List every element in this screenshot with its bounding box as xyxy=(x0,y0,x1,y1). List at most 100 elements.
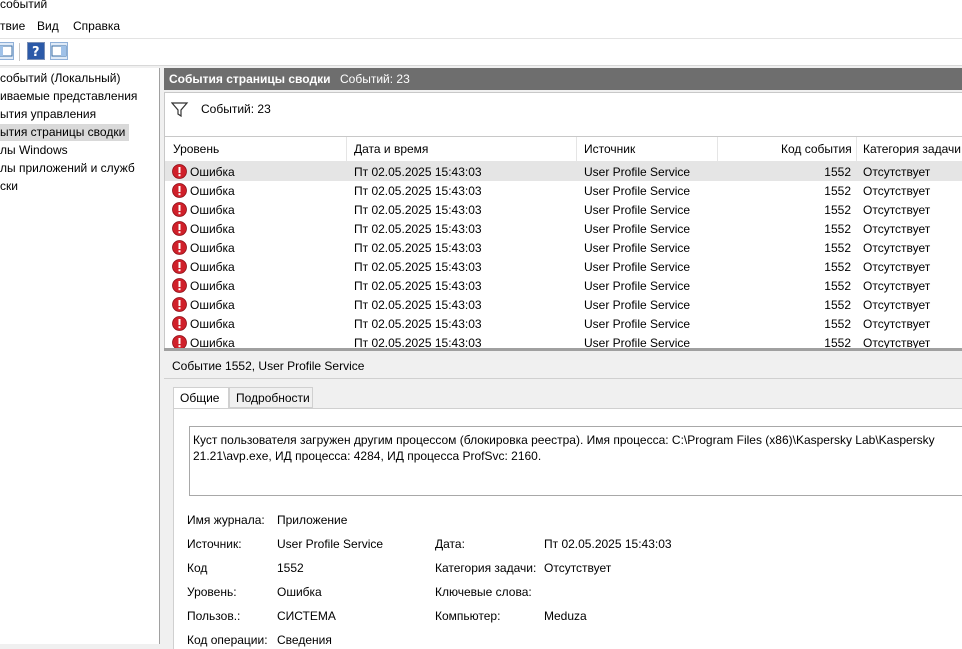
table-row[interactable]: Ошибка Пт 02.05.2025 15:43:03 User Profi… xyxy=(165,238,962,257)
field-value-source: User Profile Service xyxy=(277,537,384,551)
cell-task-category: Отсутствует xyxy=(863,203,931,217)
cell-task-category: Отсутствует xyxy=(863,184,931,198)
help-icon: ? xyxy=(32,45,40,60)
column-header-source[interactable]: Источник xyxy=(584,142,635,156)
cell-datetime: Пт 02.05.2025 15:43:03 xyxy=(354,279,482,293)
tree-item-subscriptions[interactable]: ски xyxy=(0,178,22,195)
console-tree: событий (Локальный) иваемые представлени… xyxy=(0,68,160,644)
menu-action[interactable]: твие xyxy=(0,19,25,33)
cell-level: Ошибка xyxy=(190,203,235,217)
error-icon xyxy=(172,183,187,198)
tree-item-event-viewer-local[interactable]: событий (Локальный) xyxy=(0,70,124,87)
table-row[interactable]: Ошибка Пт 02.05.2025 15:43:03 User Profi… xyxy=(165,314,962,333)
tree-item-app-service-logs[interactable]: лы приложений и служб xyxy=(0,160,139,177)
cell-task-category: Отсутствует xyxy=(863,298,931,312)
svg-text:?: ? xyxy=(32,45,40,59)
cell-event-id: 1552 xyxy=(824,184,851,198)
cell-source: User Profile Service xyxy=(584,203,691,217)
error-icon xyxy=(172,316,187,331)
tab-details[interactable]: Подробности xyxy=(229,387,313,408)
column-header-event-id[interactable]: Код события xyxy=(781,142,852,156)
events-table: Уровень Дата и время Источник Код событи… xyxy=(164,136,962,349)
toolbar: ? xyxy=(0,39,962,66)
error-icon xyxy=(172,221,187,236)
tab-general[interactable]: Общие xyxy=(173,387,229,409)
cell-datetime: Пт 02.05.2025 15:43:03 xyxy=(354,298,482,312)
cell-source: User Profile Service xyxy=(584,165,691,179)
table-row[interactable]: Ошибка Пт 02.05.2025 15:43:03 User Profi… xyxy=(165,276,962,295)
cell-task-category: Отсутствует xyxy=(863,241,931,255)
tree-item-administrative-events[interactable]: ытия управления xyxy=(0,106,100,123)
filter-bar: Событий: 23 xyxy=(164,92,962,136)
cell-level: Ошибка xyxy=(190,222,235,236)
column-header-datetime[interactable]: Дата и время xyxy=(354,142,428,156)
tree-item-windows-logs[interactable]: лы Windows xyxy=(0,142,72,159)
event-detail-title: Событие 1552, User Profile Service xyxy=(172,359,365,373)
cell-datetime: Пт 02.05.2025 15:43:03 xyxy=(354,165,482,179)
field-label-code: Код xyxy=(187,561,208,575)
column-header-level[interactable]: Уровень xyxy=(173,142,219,156)
table-row[interactable]: Ошибка Пт 02.05.2025 15:43:03 User Profi… xyxy=(165,257,962,276)
field-value-code: 1552 xyxy=(277,561,304,575)
cell-datetime: Пт 02.05.2025 15:43:03 xyxy=(354,222,482,236)
table-row[interactable]: Ошибка Пт 02.05.2025 15:43:03 User Profi… xyxy=(165,181,962,200)
tab-details-label: Подробности xyxy=(236,391,310,405)
field-value-computer: Meduza xyxy=(544,609,587,623)
column-divider[interactable] xyxy=(576,137,577,161)
field-label-source: Источник: xyxy=(187,537,242,551)
field-value-log-name: Приложение xyxy=(277,513,348,527)
cell-event-id: 1552 xyxy=(824,317,851,331)
table-row[interactable]: Ошибка Пт 02.05.2025 15:43:03 User Profi… xyxy=(165,333,962,349)
cell-source: User Profile Service xyxy=(584,184,691,198)
toolbar-separator xyxy=(19,43,20,61)
cell-datetime: Пт 02.05.2025 15:43:03 xyxy=(354,260,482,274)
error-icon xyxy=(172,278,187,293)
field-value-user: СИСТЕМА xyxy=(277,609,336,623)
field-label-computer: Компьютер: xyxy=(435,609,501,623)
field-value-date: Пт 02.05.2025 15:43:03 xyxy=(544,537,672,551)
column-divider[interactable] xyxy=(856,137,857,161)
console-tree-icon xyxy=(0,45,13,57)
table-row[interactable]: Ошибка Пт 02.05.2025 15:43:03 User Profi… xyxy=(165,295,962,314)
event-message-box[interactable]: Куст пользователя загружен другим процес… xyxy=(189,426,962,496)
cell-source: User Profile Service xyxy=(584,222,691,236)
panel-title: События страницы сводки xyxy=(169,72,331,86)
column-divider[interactable] xyxy=(717,137,718,161)
field-label-log-name: Имя журнала: xyxy=(187,513,265,527)
column-header-task-category[interactable]: Категория задачи xyxy=(863,142,961,156)
cell-level: Ошибка xyxy=(190,317,235,331)
cell-source: User Profile Service xyxy=(584,279,691,293)
table-row[interactable]: Ошибка Пт 02.05.2025 15:43:03 User Profi… xyxy=(165,162,962,181)
tab-panel-general: Куст пользователя загружен другим процес… xyxy=(173,408,962,649)
help-button[interactable]: ? xyxy=(27,42,45,60)
menu-view[interactable]: Вид xyxy=(37,19,59,33)
cell-event-id: 1552 xyxy=(824,203,851,217)
error-icon xyxy=(172,297,187,312)
filter-event-count: Событий: 23 xyxy=(201,102,271,116)
field-value-opcode: Сведения xyxy=(277,633,332,647)
tree-item-summary-page-events[interactable]: ытия страницы сводки xyxy=(0,124,130,141)
show-hide-tree-button[interactable] xyxy=(0,42,14,60)
table-row[interactable]: Ошибка Пт 02.05.2025 15:43:03 User Profi… xyxy=(165,219,962,238)
divider xyxy=(164,378,962,379)
cell-level: Ошибка xyxy=(190,298,235,312)
cell-event-id: 1552 xyxy=(824,279,851,293)
field-value-level: Ошибка xyxy=(277,585,322,599)
cell-event-id: 1552 xyxy=(824,222,851,236)
panel-event-count: Событий: 23 xyxy=(340,72,410,86)
show-hide-action-pane-button[interactable] xyxy=(50,42,68,60)
tab-general-label: Общие xyxy=(180,391,220,405)
error-icon xyxy=(172,240,187,255)
cell-datetime: Пт 02.05.2025 15:43:03 xyxy=(354,203,482,217)
cell-datetime: Пт 02.05.2025 15:43:03 xyxy=(354,184,482,198)
column-divider[interactable] xyxy=(346,137,347,161)
title-bar: событий xyxy=(0,0,962,14)
table-row[interactable]: Ошибка Пт 02.05.2025 15:43:03 User Profi… xyxy=(165,200,962,219)
menu-help[interactable]: Справка xyxy=(73,19,120,33)
window-title: событий xyxy=(0,0,48,11)
cell-event-id: 1552 xyxy=(824,260,851,274)
cell-task-category: Отсутствует xyxy=(863,279,931,293)
cell-level: Ошибка xyxy=(190,165,235,179)
field-label-opcode: Код операции: xyxy=(187,633,268,647)
tree-item-custom-views[interactable]: иваемые представления xyxy=(0,88,141,105)
